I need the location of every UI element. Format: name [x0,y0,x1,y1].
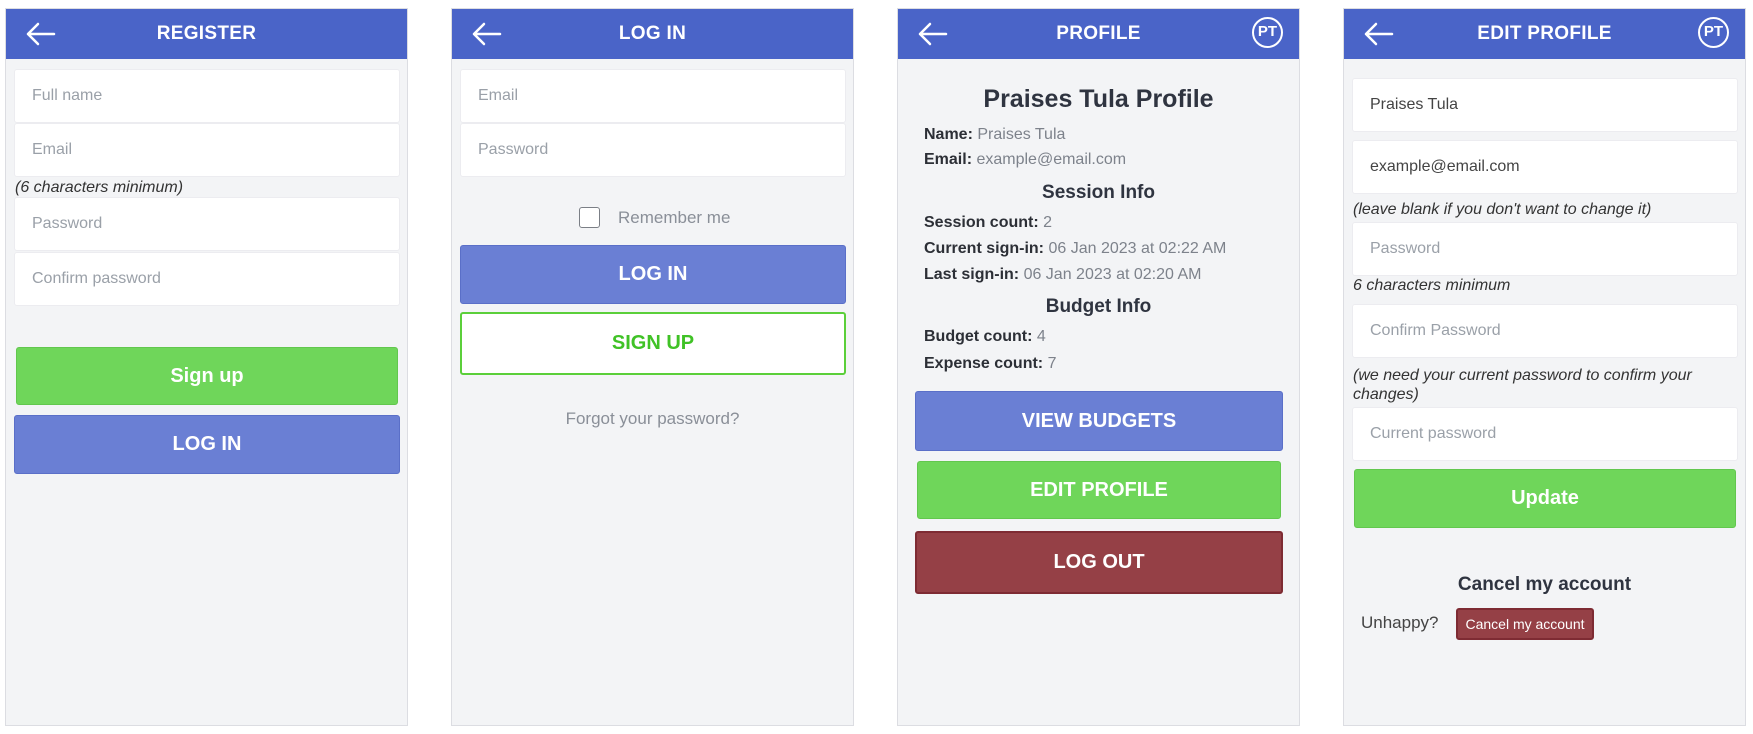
forgot-password-link[interactable]: Forgot your password? [452,409,853,429]
budget-count-label: Budget count: [924,328,1033,345]
profile-screen: PROFILE PT Praises Tula Profile Name: Pr… [897,8,1300,726]
page-title: EDIT PROFILE [1477,23,1612,44]
last-signin-label: Last sign-in: [924,266,1020,283]
edit-profile-button[interactable]: EDIT PROFILE [917,461,1281,519]
login-screen: LOG IN Remember me LOG IN SIGN UP Forgot… [451,8,854,726]
session-info-heading: Session Info [1042,182,1155,203]
email-input[interactable] [460,69,846,123]
profile-heading: Praises Tula Profile [983,85,1214,113]
current-signin-row: Current sign-in: 06 Jan 2023 at 02:22 AM [924,240,1226,258]
sign-up-button[interactable]: Sign up [16,347,398,405]
log-in-button[interactable]: LOG IN [14,415,400,474]
email-label: Email: [924,151,973,168]
min-length-hint: 6 characters minimum [1353,277,1511,294]
confirm-password-input[interactable] [14,252,400,306]
password-hint: (6 characters minimum) [15,179,184,196]
session-count-label: Session count: [924,214,1039,231]
log-in-button[interactable]: LOG IN [460,245,846,304]
session-count-value: 2 [1043,214,1053,231]
expense-count-label: Expense count: [924,355,1044,372]
edit-profile-header: EDIT PROFILE PT [1344,9,1745,59]
budget-count-value: 4 [1036,328,1046,345]
remember-me-checkbox[interactable] [579,207,600,228]
profile-header: PROFILE PT [898,9,1299,59]
name-row: Name: Praises Tula [924,126,1065,144]
edit-profile-screen: EDIT PROFILE PT (leave blank if you don'… [1343,8,1746,726]
current-signin-value: 06 Jan 2023 at 02:22 AM [1048,240,1227,257]
email-value: example@email.com [976,151,1127,168]
email-row: Email: example@email.com [924,151,1126,169]
current-signin-label: Current sign-in: [924,240,1044,257]
budget-count-row: Budget count: 4 [924,328,1046,346]
password-input[interactable] [1352,222,1738,276]
log-out-button[interactable]: LOG OUT [915,531,1283,594]
name-input[interactable] [1352,78,1738,132]
expense-count-row: Expense count: 7 [924,355,1057,373]
budget-info-heading: Budget Info [1045,296,1152,317]
avatar[interactable]: PT [1698,17,1729,48]
sign-up-button[interactable]: SIGN UP [460,312,846,375]
unhappy-label: Unhappy? [1361,613,1439,632]
current-password-hint: (we need your current password to confir… [1353,367,1692,403]
last-signin-row: Last sign-in: 06 Jan 2023 at 02:20 AM [924,266,1201,284]
session-count-row: Session count: 2 [924,214,1052,232]
name-value: Praises Tula [977,126,1066,143]
register-header: REGISTER [6,9,407,59]
page-title: PROFILE [1056,23,1141,44]
password-input[interactable] [460,123,846,177]
name-label: Name: [924,126,973,143]
view-budgets-button[interactable]: VIEW BUDGETS [915,391,1283,451]
page-title: REGISTER [156,23,257,44]
password-input[interactable] [14,197,400,251]
remember-me: Remember me [579,207,730,228]
email-input[interactable] [1352,140,1738,194]
current-password-input[interactable] [1352,407,1738,461]
cancel-account-button[interactable]: Cancel my account [1456,608,1594,640]
confirm-password-input[interactable] [1352,304,1738,358]
full-name-input[interactable] [14,69,400,123]
expense-count-value: 7 [1047,355,1057,372]
login-header: LOG IN [452,9,853,59]
cancel-account-heading: Cancel my account [1457,574,1632,595]
last-signin-value: 06 Jan 2023 at 02:20 AM [1023,266,1202,283]
email-input[interactable] [14,123,400,177]
register-screen: REGISTER (6 characters minimum) Sign up … [5,8,408,726]
remember-me-label[interactable]: Remember me [618,208,730,228]
blank-hint: (leave blank if you don't want to change… [1353,201,1652,218]
avatar[interactable]: PT [1252,17,1283,48]
update-button[interactable]: Update [1354,469,1736,528]
page-title: LOG IN [618,23,687,44]
